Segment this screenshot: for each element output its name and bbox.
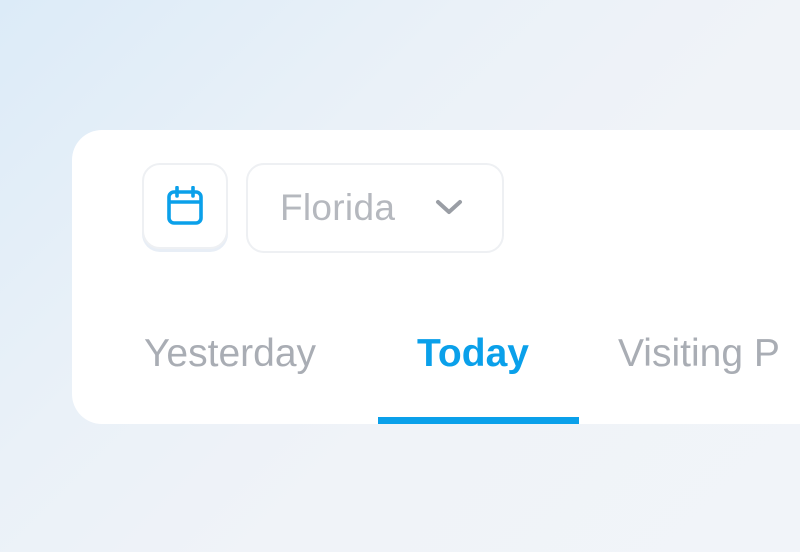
tab-label: Today bbox=[417, 332, 529, 375]
tab-visiting[interactable]: Visiting P bbox=[618, 320, 800, 424]
tab-yesterday[interactable]: Yesterday bbox=[144, 320, 344, 424]
location-select[interactable]: Florida bbox=[246, 163, 504, 253]
tab-label: Visiting P bbox=[618, 332, 780, 375]
chevron-down-icon bbox=[434, 197, 464, 222]
filter-card: Florida Yesterday Today Visiting P bbox=[72, 130, 800, 424]
active-tab-indicator bbox=[378, 417, 579, 424]
location-select-value: Florida bbox=[280, 187, 396, 228]
tab-label: Yesterday bbox=[144, 332, 317, 375]
date-tabs: Yesterday Today Visiting P bbox=[72, 320, 800, 424]
calendar-icon bbox=[166, 186, 204, 226]
calendar-button[interactable] bbox=[142, 163, 228, 249]
tab-today[interactable]: Today bbox=[378, 320, 579, 424]
